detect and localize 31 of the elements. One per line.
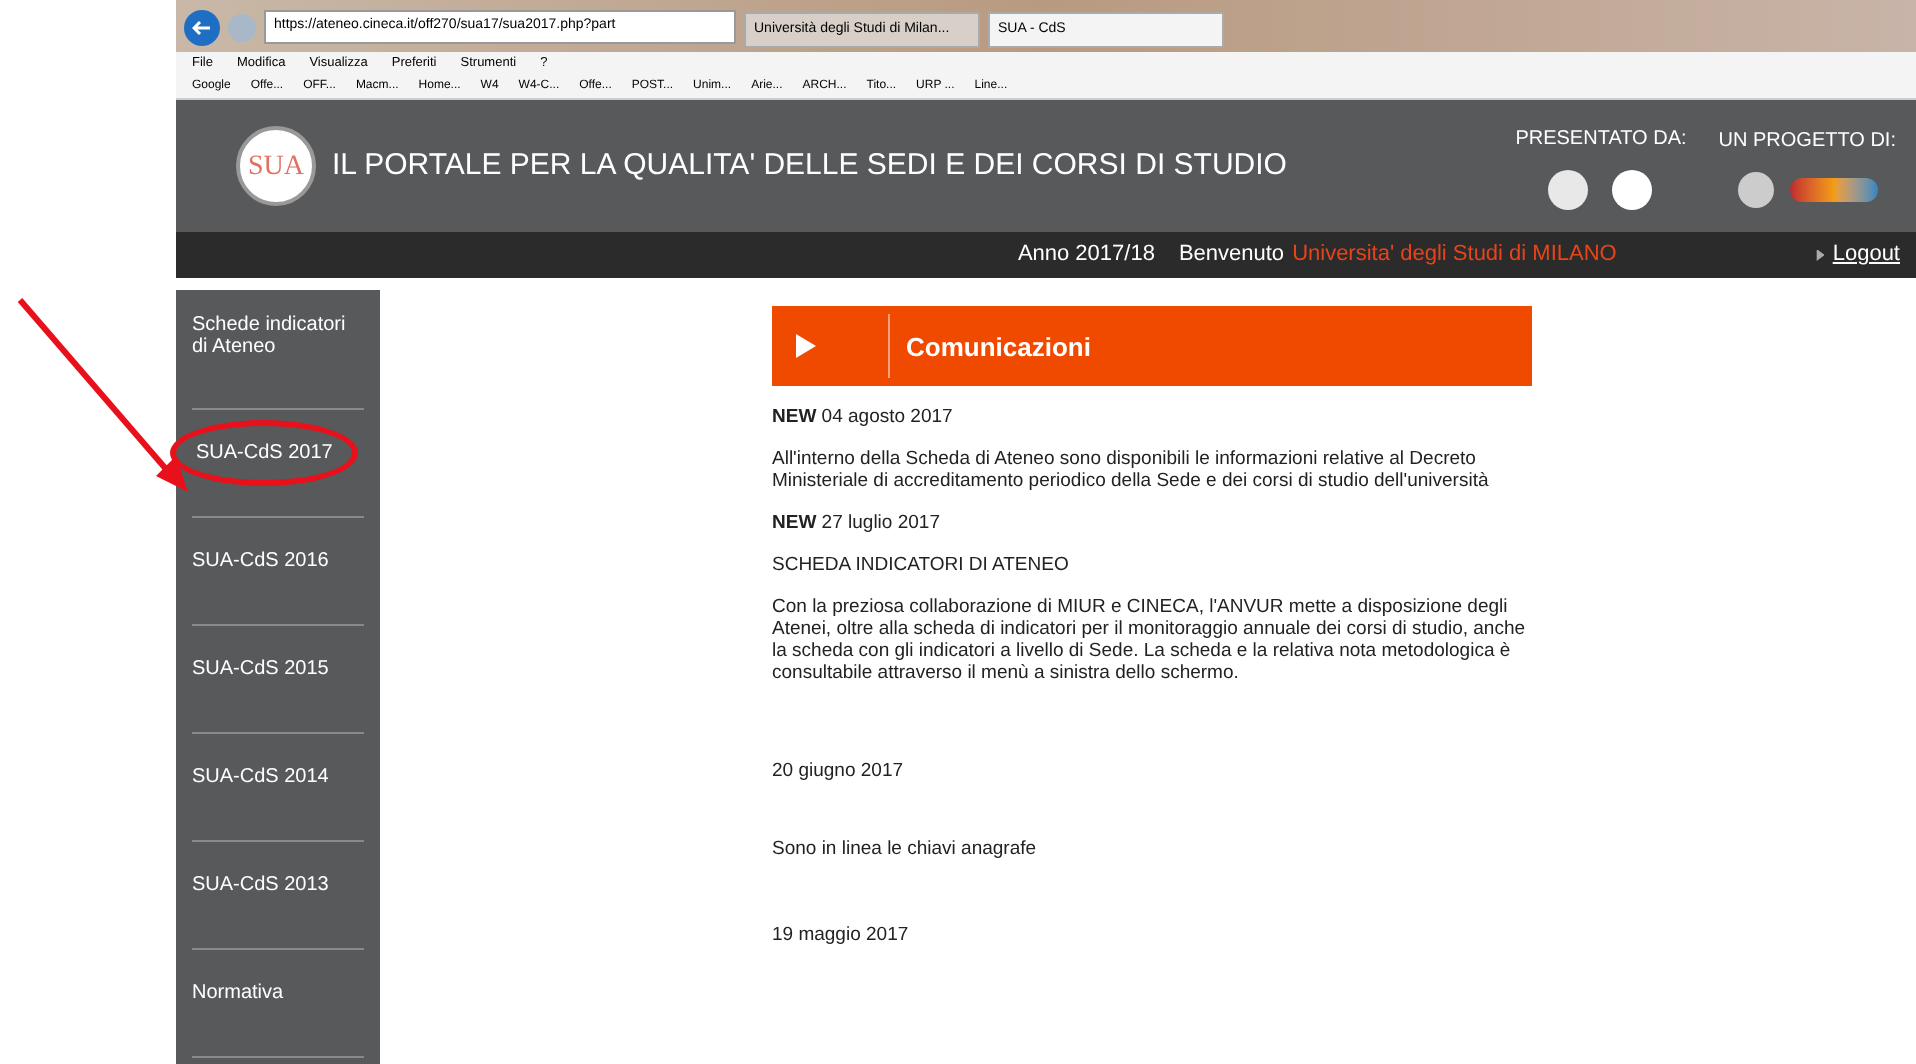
emblem-logo (1737, 171, 1774, 207)
partner-logo (1612, 169, 1653, 209)
ministry-logo (1789, 177, 1878, 201)
project-by-label: UN PROGETTO DI: (1718, 127, 1896, 155)
news-text: Con la preziosa collaborazione di MIUR e CINECA, l'ANVUR mette a disposizione degli Atenei, oltre alla scheda di indicatori per il monitoraggio annuale dei corsi di studio, anche la scheda con gli indicatori a livello di Sede. La scheda e la relativa nota metodologica è consultabile attraverso il menù a sinistra dello schermo. (772, 596, 1528, 684)
news-text: All'interno della Scheda di Ateneo sono disponibili le informazioni relative al Decreto Ministeriale di accreditamento periodico della Sede e dei corsi di studio dell'università (772, 448, 1491, 492)
welcome-label: Benvenuto (1178, 240, 1285, 271)
portal-title: IL PORTALE PER LA QUALITA' DELLE SEDI E DEI CORSI DI STUDIO (332, 145, 1287, 186)
back-button[interactable] (184, 10, 220, 46)
university-name: Universita' degli Studi di MILANO (1292, 240, 1617, 271)
news-text: SCHEDA INDICATORI DI ATENEO (772, 554, 1071, 576)
back-arrow-icon (192, 20, 212, 36)
logout-link[interactable]: Logout (1832, 238, 1900, 272)
sidebar-link[interactable]: SUA-CdS 2016 (192, 550, 329, 572)
news-date: NEW 04 agosto 2017 (772, 406, 955, 428)
news-text: 19 maggio 2017 (772, 924, 911, 946)
logo: SUA (236, 126, 316, 206)
section-title: Comunicazioni (906, 335, 1091, 357)
sidebar-link[interactable]: SUA-CdS 2014 (192, 766, 329, 788)
sidebar-link[interactable]: SUA-CdS 2015 (192, 658, 329, 680)
chevron-icon (796, 334, 816, 358)
sidebar-link[interactable]: Normativa (192, 982, 284, 1004)
academic-year: Anno 2017/18 (1017, 240, 1155, 271)
presented-by-label: PRESENTATO DA: (1515, 125, 1687, 153)
news-text: Sono in linea le chiavi anagrafe (772, 838, 1039, 860)
partner-logo (1548, 169, 1589, 209)
sidebar-link[interactable]: SUA-CdS 2017 (176, 426, 353, 480)
news-date: 20 giugno 2017 (772, 760, 906, 782)
sidebar-link[interactable]: Schede indicatori di Ateneo (192, 314, 364, 358)
sidebar-link[interactable]: SUA-CdS 2013 (192, 874, 329, 896)
news-date: NEW 27 luglio 2017 (772, 512, 942, 534)
